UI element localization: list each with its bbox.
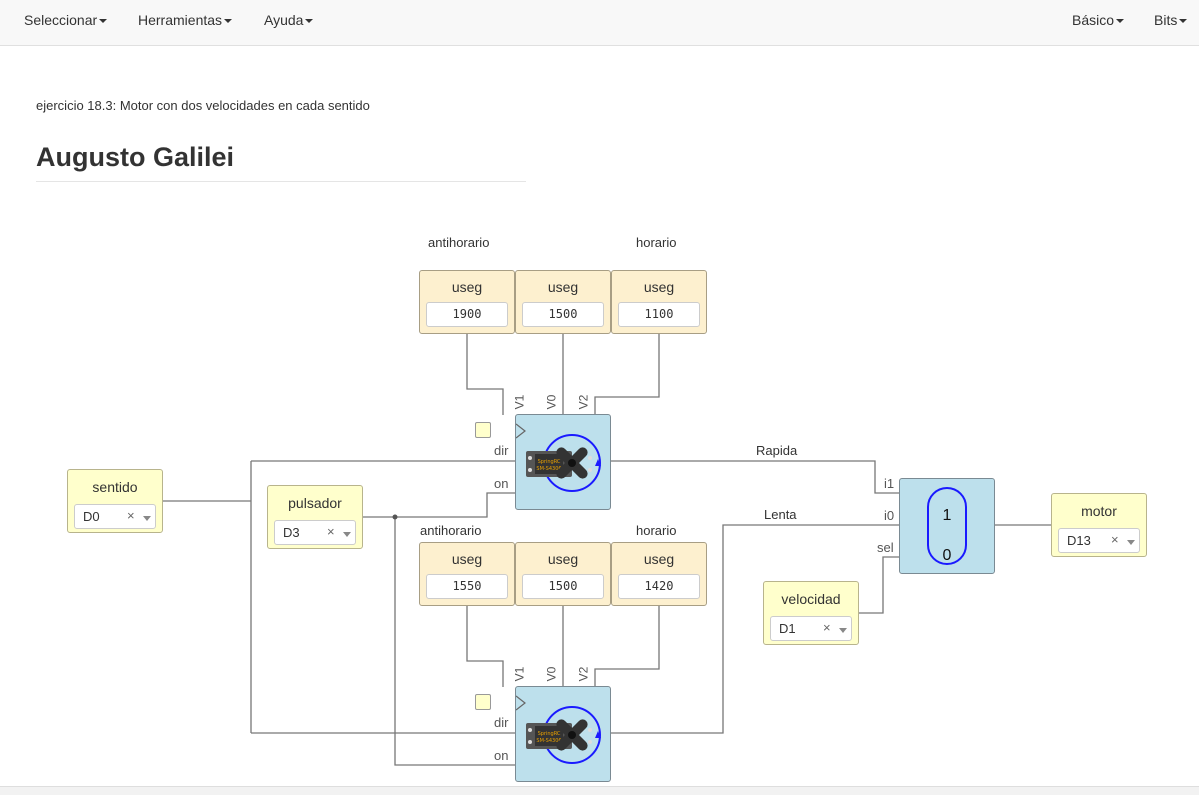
input-block-velocidad[interactable]: velocidad D1 ×	[763, 581, 859, 645]
constant-title: useg	[547, 551, 579, 567]
wire-label-lenta: Lenta	[764, 507, 797, 522]
footer-bar	[0, 786, 1199, 795]
constant-block[interactable]: useg 1550	[419, 542, 515, 606]
port-on: on	[494, 748, 509, 763]
wire-bottom-v2	[594, 605, 660, 687]
mux-symbol: 1 0	[927, 487, 967, 565]
svg-text:SpringRC: SpringRC	[538, 459, 561, 465]
wire-label-rapida: Rapida	[756, 443, 798, 458]
input-block-pulsador[interactable]: pulsador D3 ×	[267, 485, 363, 549]
clock-input-box[interactable]	[475, 694, 491, 710]
clear-icon[interactable]: ×	[327, 524, 335, 539]
dropdown-arrow-icon[interactable]	[839, 628, 847, 633]
dropdown-arrow-icon[interactable]	[1127, 540, 1135, 545]
constant-block[interactable]: useg 1500	[515, 270, 611, 334]
mux-input-0: 0	[942, 547, 952, 564]
port-v0: V0	[544, 394, 559, 410]
wire-top-v1	[466, 333, 504, 415]
constant-block[interactable]: useg 1420	[611, 542, 707, 606]
servo-module-top[interactable]: SpringRC SM-S4306	[515, 414, 611, 510]
wire-rapida	[611, 460, 899, 494]
pin-value: D0	[83, 509, 100, 524]
constant-block[interactable]: useg 1900	[419, 270, 515, 334]
constant-value-input[interactable]: 1500	[522, 302, 604, 327]
dropdown-arrow-icon[interactable]	[343, 532, 351, 537]
constant-value-input[interactable]: 1420	[618, 574, 700, 599]
input-title: pulsador	[288, 495, 342, 511]
wire-top-v2	[594, 333, 660, 415]
pin-select[interactable]: D3 ×	[274, 520, 356, 545]
wire-junction	[392, 514, 398, 520]
constant-block[interactable]: useg 1100	[611, 270, 707, 334]
mux-input-1: 1	[942, 507, 952, 524]
label-antihorario-top: antihorario	[428, 235, 490, 250]
port-on: on	[494, 476, 509, 491]
input-title: velocidad	[781, 591, 841, 607]
servo-motor-icon: SpringRC SM-S4306	[515, 695, 601, 764]
port-v0: V0	[544, 666, 559, 682]
multiplexer-block[interactable]: 1 0	[899, 478, 995, 574]
input-block-sentido[interactable]: sentido D0 ×	[67, 469, 163, 533]
label-horario-top: horario	[636, 235, 677, 250]
pin-value: D1	[779, 621, 796, 636]
constant-title: useg	[643, 551, 675, 567]
wire-on-top	[395, 492, 515, 518]
clear-icon[interactable]: ×	[1111, 532, 1119, 547]
port-dir: dir	[494, 715, 509, 730]
mux-port-i0: i0	[884, 508, 895, 523]
output-title: motor	[1081, 503, 1117, 519]
pin-select[interactable]: D1 ×	[770, 616, 852, 641]
mux-port-i1: i1	[884, 476, 895, 491]
port-v2: V2	[576, 666, 591, 682]
constant-value-input[interactable]: 1500	[522, 574, 604, 599]
dropdown-arrow-icon[interactable]	[143, 516, 151, 521]
constant-value-input[interactable]: 1100	[618, 302, 700, 327]
clock-input-box[interactable]	[475, 422, 491, 438]
pin-select[interactable]: D0 ×	[74, 504, 156, 529]
constant-title: useg	[547, 279, 579, 295]
clear-icon[interactable]: ×	[823, 620, 831, 635]
port-v2: V2	[576, 394, 591, 410]
pin-value: D13	[1067, 533, 1091, 548]
wire-bottom-v1	[466, 605, 504, 687]
output-block-motor[interactable]: motor D13 ×	[1051, 493, 1147, 557]
constant-value-input[interactable]: 1900	[426, 302, 508, 327]
pin-value: D3	[283, 525, 300, 540]
servo-module-bottom[interactable]: SpringRC SM-S4306	[515, 686, 611, 782]
constant-block[interactable]: useg 1500	[515, 542, 611, 606]
port-v1: V1	[512, 666, 527, 682]
port-dir: dir	[494, 443, 509, 458]
label-antihorario-bottom: antihorario	[420, 523, 482, 538]
mux-port-sel: sel	[877, 540, 894, 555]
input-title: sentido	[92, 479, 138, 495]
constant-value-input[interactable]: 1550	[426, 574, 508, 599]
clear-icon[interactable]: ×	[127, 508, 135, 523]
label-horario-bottom: horario	[636, 523, 677, 538]
constant-title: useg	[643, 279, 675, 295]
port-v1: V1	[512, 394, 527, 410]
wires-layer	[163, 333, 1051, 766]
wire-sel	[859, 556, 899, 614]
pin-select[interactable]: D13 ×	[1058, 528, 1140, 553]
constant-title: useg	[451, 279, 483, 295]
servo-motor-icon: SpringRC SM-S4306	[515, 423, 601, 492]
svg-text:SpringRC: SpringRC	[538, 731, 561, 737]
constant-title: useg	[451, 551, 483, 567]
